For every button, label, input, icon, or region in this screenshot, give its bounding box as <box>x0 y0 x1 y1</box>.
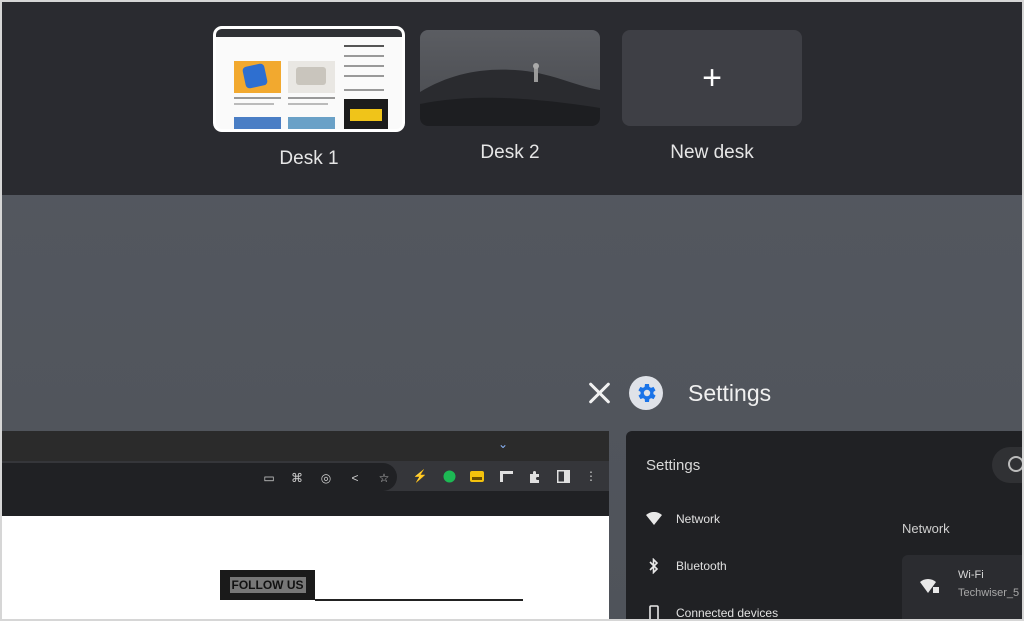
settings-heading: Settings <box>646 457 701 474</box>
bluetooth-icon <box>646 558 662 574</box>
desk-bar: Desk 1 Desk 2 + New desk <box>2 2 1022 195</box>
phone-icon <box>646 605 662 619</box>
close-icon[interactable] <box>586 379 614 407</box>
network-section-title: Network <box>902 521 950 536</box>
green-extension-icon[interactable] <box>442 469 456 483</box>
desk-2-label: Desk 2 <box>480 142 540 163</box>
eye-off-icon[interactable]: ◎ <box>319 471 333 485</box>
cast-icon[interactable]: ▭ <box>262 471 276 485</box>
browser-window[interactable]: ⌄ ▭ ⌘ ◎ < ☆ ⚡ ⋮ FOLLOW US <box>2 431 609 619</box>
plus-icon: + <box>702 59 722 97</box>
new-desk[interactable]: + New desk <box>622 30 802 164</box>
follow-us-heading: FOLLOW US <box>220 570 315 600</box>
desk-1-thumbnail[interactable] <box>213 26 405 132</box>
settings-nav-bluetooth[interactable]: Bluetooth <box>646 558 727 574</box>
nav-label-connected-devices: Connected devices <box>676 606 779 620</box>
chevron-down-icon[interactable]: ⌄ <box>498 437 508 451</box>
nav-label-network: Network <box>676 512 721 526</box>
desk-2-wallpaper <box>420 30 600 126</box>
desk-1-label: Desk 1 <box>279 148 339 169</box>
wifi-title: Wi-Fi <box>958 569 984 581</box>
wifi-locked-icon <box>920 577 940 600</box>
window-header: Settings <box>586 376 771 410</box>
desk-2-thumbnail[interactable] <box>420 30 600 126</box>
bolt-extension-icon[interactable]: ⚡ <box>413 469 428 483</box>
settings-window[interactable]: Settings Network Bluetooth Connected dev… <box>626 431 1022 620</box>
browser-toolbar: ▭ ⌘ ◎ < ☆ ⚡ ⋮ <box>2 461 609 491</box>
yellow-extension-icon[interactable] <box>470 469 484 483</box>
follow-us-text: FOLLOW US <box>229 577 306 593</box>
wifi-network-name: Techwiser_5 <box>958 587 1020 599</box>
window-title: Settings <box>688 379 772 406</box>
overview-screen: Desk 1 Desk 2 + New desk Settings ⌄ ▭ ⌘ … <box>0 0 1024 621</box>
share-icon[interactable]: < <box>348 471 362 485</box>
puzzle-icon[interactable] <box>527 469 541 483</box>
address-bar[interactable]: ▭ ⌘ ◎ < ☆ <box>2 463 397 491</box>
new-desk-label: New desk <box>670 142 754 163</box>
gear-icon <box>629 376 663 410</box>
nav-label-bluetooth: Bluetooth <box>676 559 727 573</box>
settings-search-button[interactable] <box>992 447 1022 483</box>
desk-1[interactable]: Desk 1 <box>213 26 405 170</box>
desk-2[interactable]: Desk 2 <box>420 30 600 164</box>
wifi-icon <box>646 511 662 527</box>
settings-nav-connected-devices[interactable]: Connected devices <box>646 605 779 620</box>
mini-browser-bar <box>216 29 402 37</box>
search-icon <box>1008 456 1022 472</box>
screenshot-extension-icon[interactable] <box>499 469 513 483</box>
web-page[interactable]: FOLLOW US <box>2 516 609 619</box>
qr-code-icon[interactable]: ⌘ <box>290 471 304 485</box>
heading-divider <box>315 599 523 601</box>
star-icon[interactable]: ☆ <box>377 471 391 485</box>
mini-webpage <box>216 37 402 129</box>
new-desk-button[interactable]: + <box>622 30 802 126</box>
settings-nav-network[interactable]: Network <box>646 511 720 527</box>
tab-strip: ⌄ <box>2 431 609 461</box>
side-panel-icon[interactable] <box>556 469 570 483</box>
bookmark-bar <box>2 491 609 516</box>
more-menu-icon[interactable]: ⋮ <box>584 469 598 483</box>
wifi-card[interactable]: Wi-Fi Techwiser_5 <box>902 555 1022 619</box>
